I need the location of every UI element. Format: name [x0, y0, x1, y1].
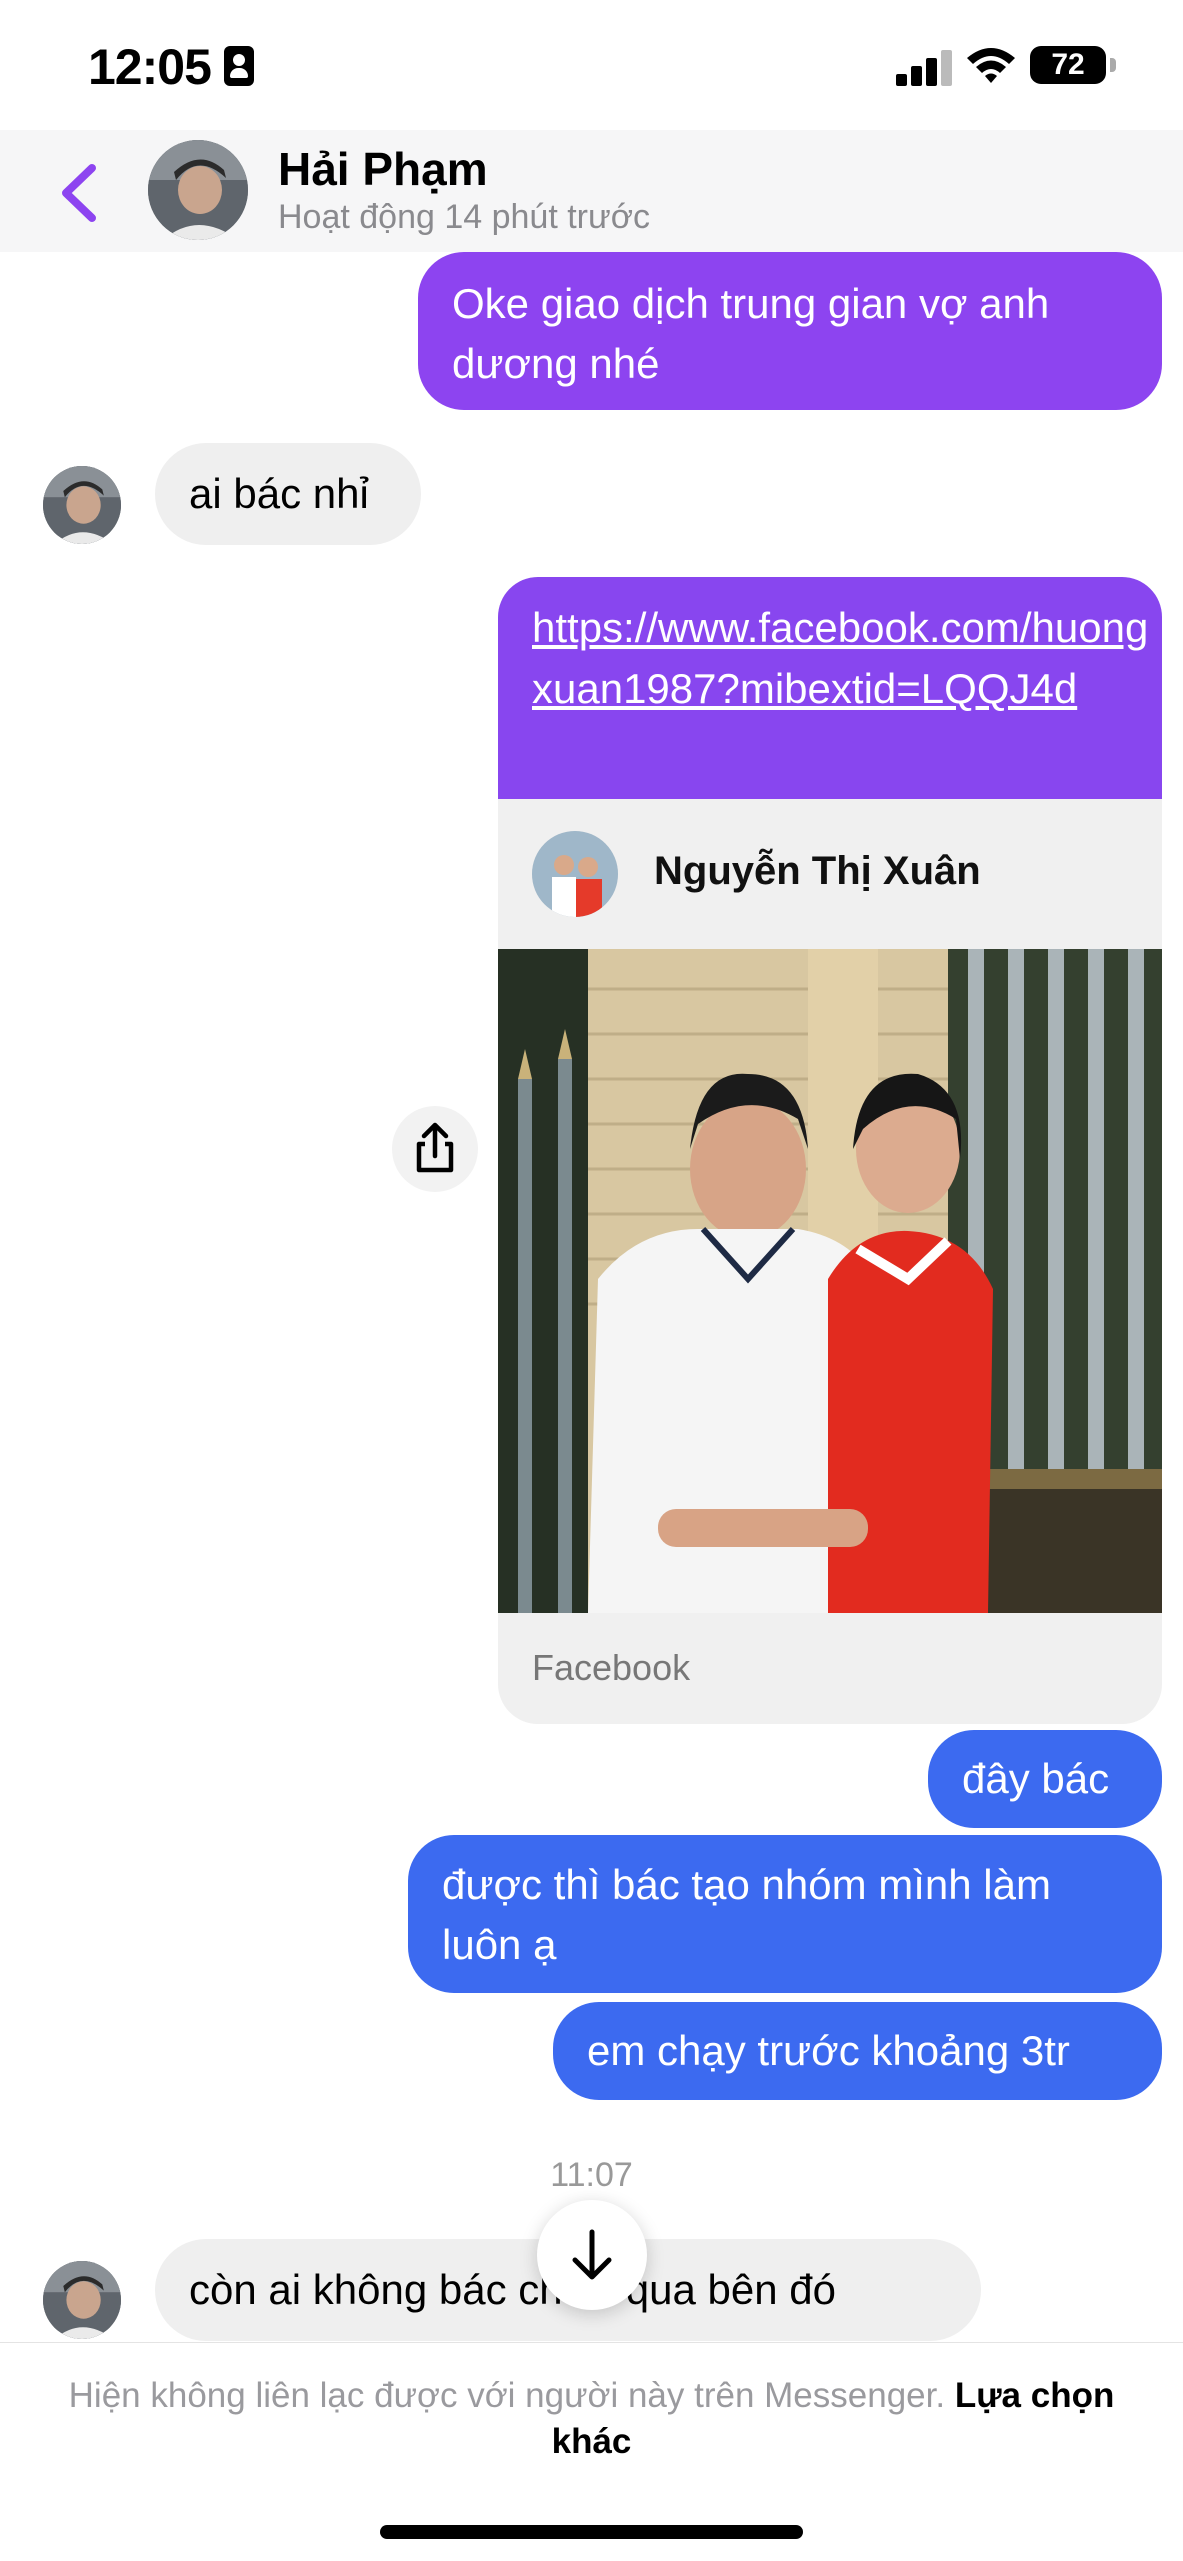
status-time: 12:05 — [88, 39, 212, 95]
status-bar: 12:05 72 — [0, 0, 1183, 130]
message-text: được thì bác tạo nhóm mình làm luôn ạ — [442, 1861, 1051, 1968]
preview-profile-avatar — [532, 831, 618, 917]
arrow-down-icon — [572, 2229, 612, 2280]
battery-icon: 72 — [1030, 46, 1106, 84]
message-bubble-outgoing[interactable]: em chạy trước khoảng 3tr — [553, 2002, 1162, 2100]
preview-profile-name: Nguyễn Thị Xuân — [654, 849, 981, 893]
scroll-to-bottom-button[interactable] — [537, 2200, 647, 2310]
share-icon — [416, 1122, 454, 1173]
message-text: Oke giao dịch trung gian vợ anh dương nh… — [452, 280, 1050, 387]
battery-cap — [1110, 58, 1116, 72]
contact-activity-status: Hoạt động 14 phút trước — [278, 198, 651, 236]
sender-avatar[interactable] — [43, 466, 121, 544]
sender-avatar[interactable] — [43, 2261, 121, 2339]
unavailable-notice: Hiện không liên lạc được với người này t… — [60, 2373, 1123, 2465]
link-preview-card[interactable]: https://www.facebook.com/huongxuan1987?m… — [498, 577, 1162, 1724]
preview-profile-header: Nguyễn Thị Xuân — [498, 799, 1162, 949]
wifi-icon — [967, 48, 1015, 83]
preview-photo[interactable] — [498, 949, 1162, 1613]
message-text: còn ai không bác chưa qua bên đó — [189, 2266, 836, 2313]
link-bubble: https://www.facebook.com/huongxuan1987?m… — [498, 577, 1162, 799]
message-bubble-outgoing[interactable]: đây bác — [928, 1730, 1162, 1828]
message-timestamp: 11:07 — [550, 2156, 633, 2194]
composer-unavailable-footer: Hiện không liên lạc được với người này t… — [0, 2342, 1183, 2561]
home-indicator[interactable] — [380, 2525, 803, 2539]
message-bubble-outgoing[interactable]: Oke giao dịch trung gian vợ anh dương nh… — [418, 252, 1162, 410]
preview-source: Facebook — [532, 1647, 691, 1688]
conversation-header: Hải Phạm Hoạt động 14 phút trước — [0, 130, 1183, 252]
back-chevron-icon[interactable] — [52, 158, 112, 228]
message-text: đây bác — [962, 1755, 1110, 1802]
shared-link[interactable]: https://www.facebook.com/huongxuan1987?m… — [532, 597, 1152, 719]
message-text: ai bác nhỉ — [189, 470, 369, 517]
contact-name[interactable]: Hải Phạm — [278, 142, 488, 196]
contact-avatar[interactable] — [148, 140, 248, 240]
message-bubble-incoming[interactable]: ai bác nhỉ — [155, 443, 421, 545]
contact-card-icon — [224, 46, 254, 86]
message-bubble-outgoing[interactable]: được thì bác tạo nhóm mình làm luôn ạ — [408, 1835, 1162, 1993]
share-button[interactable] — [392, 1106, 478, 1192]
signal-icon — [896, 48, 956, 86]
message-text: em chạy trước khoảng 3tr — [587, 2027, 1070, 2074]
unavailable-notice-text: Hiện không liên lạc được với người này t… — [68, 2376, 946, 2415]
